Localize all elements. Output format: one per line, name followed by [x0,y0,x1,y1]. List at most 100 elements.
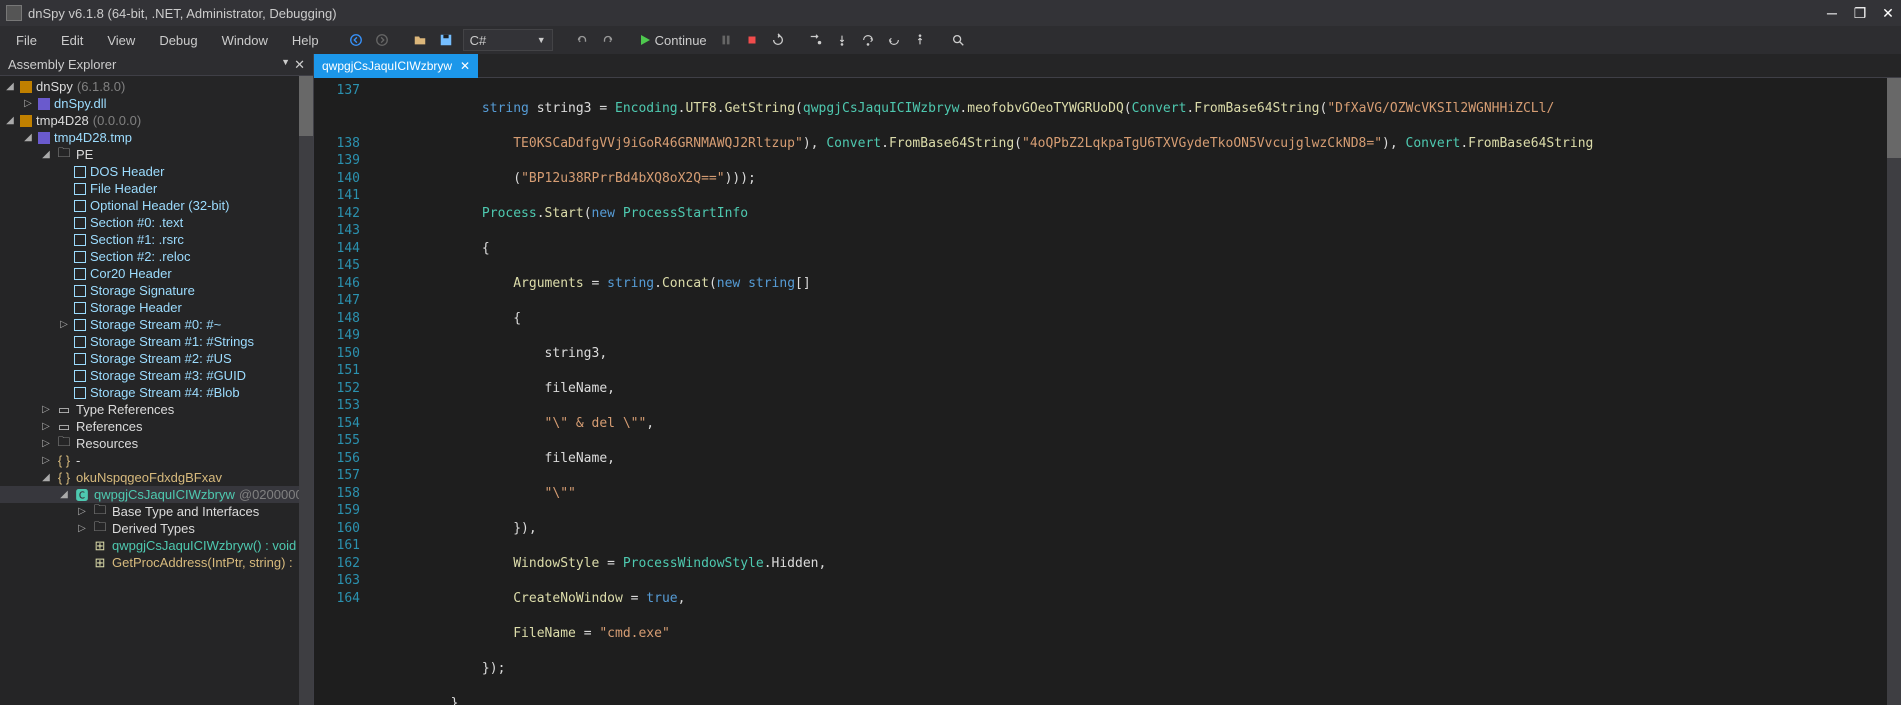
step-up-icon[interactable] [909,29,931,51]
window-title: dnSpy v6.1.8 (64-bit, .NET, Administrato… [28,6,337,21]
line-gutter: 1371381391401411421431441451461471481491… [314,78,376,705]
continue-label: Continue [655,33,707,48]
step-into-icon[interactable] [805,29,827,51]
step-out-icon[interactable] [857,29,879,51]
tree-node: References [76,419,142,434]
close-icon[interactable]: ✕ [1881,6,1895,20]
save-icon[interactable] [435,29,457,51]
stop-icon[interactable] [741,29,763,51]
menubar: File Edit View Debug Window Help C# ▼ Con… [0,26,1901,54]
tree-node: qwpgjCsJaquICIWzbryw() : void [112,538,296,553]
tree-node: tmp4D28 [36,113,89,128]
doc-icon [74,319,86,331]
doc-icon [74,234,86,246]
minimize-icon[interactable]: ─ [1825,6,1839,20]
app-icon [6,5,22,21]
assembly-explorer-panel: Assembly Explorer ▼ ✕ ◢dnSpy(6.1.8.0) ▷d… [0,54,314,705]
menu-debug[interactable]: Debug [147,29,209,52]
tree-node: PE [76,147,93,162]
tree-node: Section #1: .rsrc [90,232,184,247]
open-icon[interactable] [409,29,431,51]
editor-scrollbar[interactable] [1887,78,1901,705]
menu-view[interactable]: View [95,29,147,52]
menu-file[interactable]: File [4,29,49,52]
folder-icon: 🗀 [56,147,72,163]
tree-node: dnSpy.dll [54,96,107,111]
tree-node: Section #0: .text [90,215,183,230]
menu-window[interactable]: Window [210,29,280,52]
tree-node: Storage Stream #0: #~ [90,317,221,332]
continue-button[interactable]: Continue [633,33,713,48]
doc-icon [74,166,86,178]
editor: qwpgjCsJaquICIWzbryw ✕ 13713813914014114… [314,54,1901,705]
panel-title: Assembly Explorer [8,57,116,72]
pause-icon[interactable] [715,29,737,51]
nav-fwd-icon[interactable] [371,29,393,51]
tree-node: File Header [90,181,157,196]
tree-node: Storage Stream #1: #Strings [90,334,254,349]
assembly-icon [20,115,32,127]
module-icon [38,132,50,144]
step-back-icon[interactable] [883,29,905,51]
language-value: C# [470,33,487,48]
doc-icon [74,336,86,348]
namespace-icon: { } [56,470,72,486]
panel-dropdown-icon[interactable]: ▼ [281,57,290,73]
titlebar: dnSpy v6.1.8 (64-bit, .NET, Administrato… [0,0,1901,26]
tree-scrollbar[interactable] [299,76,313,705]
class-icon: 🅲 [74,487,90,503]
tab-label: qwpgjCsJaquICIWzbryw [322,59,452,73]
language-combo[interactable]: C# ▼ [463,29,553,51]
doc-icon [74,353,86,365]
doc-icon [74,251,86,263]
typeref-icon: ▭ [56,402,72,418]
tree-node: DOS Header [90,164,164,179]
tree-node: Optional Header (32-bit) [90,198,229,213]
tree-node: Storage Stream #2: #US [90,351,232,366]
tab-close-icon[interactable]: ✕ [460,59,470,73]
restart-icon[interactable] [767,29,789,51]
doc-icon [74,183,86,195]
tree-view[interactable]: ◢dnSpy(6.1.8.0) ▷dnSpy.dll ◢tmp4D28(0.0.… [0,76,313,705]
undo-icon[interactable] [571,29,593,51]
doc-icon [74,200,86,212]
tree-node: okuNspqgeoFdxdgBFxav [76,470,222,485]
step-over-icon[interactable] [831,29,853,51]
search-icon[interactable] [947,29,969,51]
tree-node: dnSpy [36,79,73,94]
tree-node: Resources [76,436,138,451]
doc-icon [74,217,86,229]
tree-node: Derived Types [112,521,195,536]
tree-node: Storage Stream #4: #Blob [90,385,240,400]
tree-node: GetProcAddress(IntPtr, string) : [112,555,293,570]
tab-active[interactable]: qwpgjCsJaquICIWzbryw ✕ [314,54,478,78]
tree-node: Section #2: .reloc [90,249,190,264]
tree-node: Type References [76,402,174,417]
doc-icon [74,285,86,297]
tree-node: Base Type and Interfaces [112,504,259,519]
doc-icon [74,387,86,399]
chevron-down-icon: ▼ [537,35,546,45]
module-icon [38,98,50,110]
folder-icon: 🗀 [92,521,108,537]
panel-close-icon[interactable]: ✕ [294,57,305,73]
tree-node: - [76,453,80,468]
folder-icon: 🗀 [56,436,72,452]
doc-icon [74,268,86,280]
code-content[interactable]: string string3 = Encoding.UTF8.GetString… [376,78,1901,705]
tree-node: qwpgjCsJaquICIWzbryw [94,487,235,502]
menu-edit[interactable]: Edit [49,29,95,52]
tree-node: Storage Signature [90,283,195,298]
nav-back-icon[interactable] [345,29,367,51]
method-icon: ⊞ [92,555,108,571]
tree-node: Cor20 Header [90,266,172,281]
redo-icon[interactable] [597,29,619,51]
tabbar: qwpgjCsJaquICIWzbryw ✕ [314,54,1901,78]
namespace-icon: { } [56,453,72,469]
tree-node: Storage Stream #3: #GUID [90,368,246,383]
assembly-icon [20,81,32,93]
maximize-icon[interactable]: ❐ [1853,6,1867,20]
menu-help[interactable]: Help [280,29,331,52]
tree-node: Storage Header [90,300,182,315]
doc-icon [74,370,86,382]
